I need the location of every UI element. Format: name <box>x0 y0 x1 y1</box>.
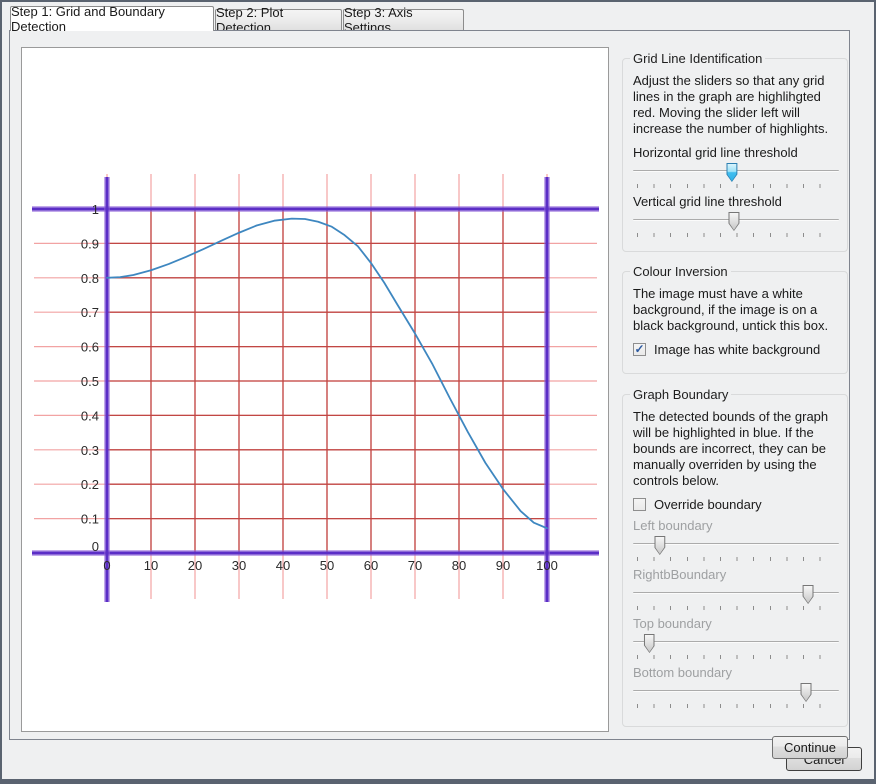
tab-step3-axis-settings[interactable]: Step 3: Axis Settings <box>343 9 464 30</box>
svg-text:30: 30 <box>232 558 246 573</box>
svg-text:0.3: 0.3 <box>81 443 99 458</box>
groupbox-colour-inversion: Colour Inversion The image must have a w… <box>622 271 848 374</box>
continue-button[interactable]: Continue <box>772 736 848 759</box>
left-boundary-slider[interactable] <box>633 536 839 564</box>
svg-text:50: 50 <box>320 558 334 573</box>
groupbox-title: Graph Boundary <box>630 387 731 402</box>
svg-text:90: 90 <box>496 558 510 573</box>
colour-inversion-description: The image must have a white background, … <box>633 286 838 334</box>
svg-text:0.4: 0.4 <box>81 408 99 423</box>
groupbox-graph-boundary: Graph Boundary The detected bounds of th… <box>622 394 848 727</box>
grid-line-description: Adjust the sliders so that any grid line… <box>633 73 838 137</box>
svg-text:0.2: 0.2 <box>81 477 99 492</box>
slider-ticks <box>637 233 836 237</box>
slider-thumb[interactable] <box>726 163 737 182</box>
slider-ticks <box>637 184 836 188</box>
checkbox-label: Image has white background <box>654 342 820 357</box>
svg-text:70: 70 <box>408 558 422 573</box>
svg-text:1: 1 <box>92 202 99 217</box>
groupbox-grid-line-identification: Grid Line Identification Adjust the slid… <box>622 58 848 252</box>
tab-step2-plot-detection[interactable]: Step 2: Plot Detection <box>215 9 342 30</box>
svg-text:0: 0 <box>92 539 99 554</box>
svg-text:10: 10 <box>144 558 158 573</box>
top-boundary-slider[interactable] <box>633 634 839 662</box>
groupbox-title: Colour Inversion <box>630 264 731 279</box>
slider-thumb[interactable] <box>654 536 665 555</box>
slider-thumb[interactable] <box>803 585 814 604</box>
override-boundary-checkbox[interactable] <box>633 498 646 511</box>
bottom-boundary-label: Bottom boundary <box>633 665 837 680</box>
right-boundary-label: RightbBoundary <box>633 567 837 582</box>
slider-ticks <box>637 655 836 659</box>
svg-text:100: 100 <box>536 558 558 573</box>
svg-text:80: 80 <box>452 558 466 573</box>
horizontal-threshold-label: Horizontal grid line threshold <box>633 145 837 160</box>
svg-text:0.6: 0.6 <box>81 340 99 355</box>
svg-text:0.5: 0.5 <box>81 374 99 389</box>
white-background-checkbox[interactable]: ✓ <box>633 343 646 356</box>
controls-column: Grid Line Identification Adjust the slid… <box>622 31 848 759</box>
left-boundary-label: Left boundary <box>633 518 837 533</box>
graph-boundary-description: The detected bounds of the graph will be… <box>633 409 838 489</box>
svg-text:0.1: 0.1 <box>81 512 99 527</box>
white-background-checkbox-row[interactable]: ✓ Image has white background <box>633 342 837 357</box>
svg-text:0.7: 0.7 <box>81 305 99 320</box>
slider-ticks <box>637 606 836 610</box>
vertical-threshold-slider[interactable] <box>633 212 839 240</box>
svg-text:0.8: 0.8 <box>81 271 99 286</box>
override-boundary-checkbox-row[interactable]: Override boundary <box>633 497 837 512</box>
groupbox-title: Grid Line Identification <box>630 51 765 66</box>
slider-thumb[interactable] <box>801 683 812 702</box>
graph-image-panel: 00.10.20.30.40.50.60.70.80.9101020304050… <box>21 47 609 732</box>
svg-text:0: 0 <box>103 558 110 573</box>
svg-text:40: 40 <box>276 558 290 573</box>
svg-text:0.9: 0.9 <box>81 236 99 251</box>
top-boundary-label: Top boundary <box>633 616 837 631</box>
checkbox-label: Override boundary <box>654 497 762 512</box>
graph-canvas: 00.10.20.30.40.50.60.70.80.9101020304050… <box>22 48 608 731</box>
svg-text:20: 20 <box>188 558 202 573</box>
window-body: Step 1: Grid and Boundary Detection Step… <box>2 2 874 779</box>
horizontal-threshold-slider[interactable] <box>633 163 839 191</box>
bottom-boundary-slider[interactable] <box>633 683 839 711</box>
tab-page-step1: 00.10.20.30.40.50.60.70.80.9101020304050… <box>9 30 850 740</box>
slider-thumb[interactable] <box>644 634 655 653</box>
slider-track[interactable] <box>633 641 839 643</box>
slider-thumb[interactable] <box>728 212 739 231</box>
right-boundary-slider[interactable] <box>633 585 839 613</box>
slider-ticks <box>637 557 836 561</box>
svg-text:60: 60 <box>364 558 378 573</box>
vertical-threshold-label: Vertical grid line threshold <box>633 194 837 209</box>
tab-step1-grid-boundary[interactable]: Step 1: Grid and Boundary Detection <box>10 6 214 31</box>
tab-label: Step 1: Grid and Boundary Detection <box>11 4 213 34</box>
app-window: Step 1: Grid and Boundary Detection Step… <box>0 0 876 784</box>
slider-ticks <box>637 704 836 708</box>
